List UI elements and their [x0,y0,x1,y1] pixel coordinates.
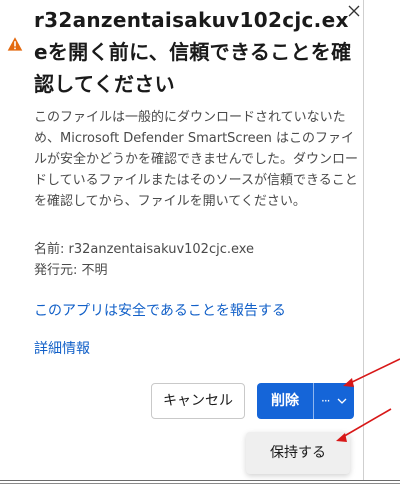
more-options-button[interactable]: ··· [314,383,354,419]
delete-button[interactable]: 削除 [257,383,313,419]
warning-icon [7,36,23,52]
more-dots: ··· [321,394,331,408]
dialog-description: このファイルは一般的にダウンロードされていないため、Microsoft Defe… [34,110,358,209]
file-info: 名前: r32anzentaisakuv102cjc.exe 発行元: 不明 [34,239,354,281]
file-name-line: 名前: r32anzentaisakuv102cjc.exe [34,242,255,257]
screenshot-stage: r32anzentaisakuv102cjc.exeを開く前に、信頼できることを… [0,0,400,488]
more-options-menu: 保持する [246,432,350,474]
keep-menu-item[interactable]: 保持する [246,432,350,474]
report-safe-link[interactable]: このアプリは安全であることを報告する [34,300,286,322]
dialog-title: r32anzentaisakuv102cjc.exeを開く前に、信頼できることを… [34,8,352,96]
more-info-link[interactable]: 詳細情報 [34,338,90,360]
cancel-button[interactable]: キャンセル [151,383,245,419]
window-bottom-edge [0,480,400,488]
delete-split-button: 削除 ··· [257,383,354,419]
download-warning-dialog: r32anzentaisakuv102cjc.exeを開く前に、信頼できることを… [0,0,364,483]
publisher-line: 発行元: 不明 [34,263,108,278]
chevron-down-icon [337,398,347,404]
